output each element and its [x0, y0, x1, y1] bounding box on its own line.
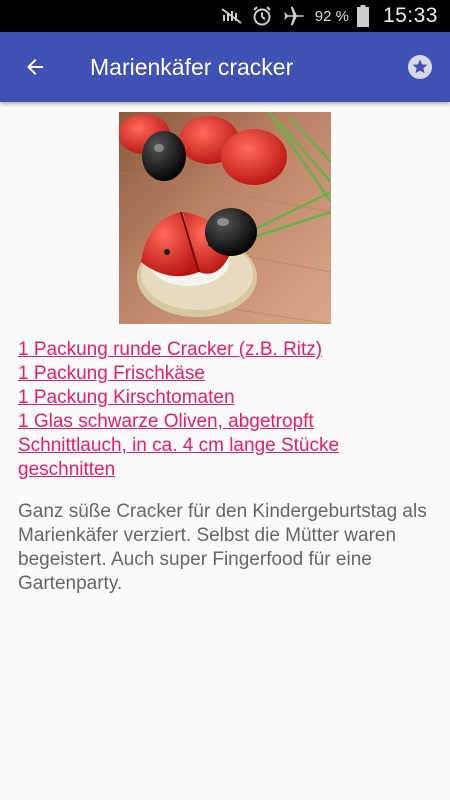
ingredient-link[interactable]: 1 Packung Kirschtomaten [18, 386, 428, 410]
back-button[interactable] [0, 32, 70, 102]
arrow-left-icon [27, 59, 43, 75]
ingredient-link[interactable]: 1 Packung Frischkäse [18, 362, 428, 386]
mute-icon [221, 7, 243, 25]
battery-icon [356, 5, 369, 27]
app-bar: Marienkäfer cracker [0, 32, 450, 102]
page-title: Marienkäfer cracker [90, 53, 294, 80]
status-bar: 92 % 15:33 [0, 0, 450, 32]
ingredient-link[interactable]: 1 Packung runde Cracker (z.B. Ritz) [18, 338, 428, 362]
ingredient-link[interactable]: 1 Glas schwarze Oliven, abgetropft [18, 410, 428, 434]
alarm-icon [251, 5, 273, 27]
clock: 15:33 [382, 4, 438, 27]
airplane-icon [281, 5, 305, 27]
recipe-description: Ganz süße Cracker für den Kindergeburtst… [18, 501, 427, 594]
battery-percent: 92 % [314, 7, 349, 25]
ingredient-list: 1 Packung runde Cracker (z.B. Ritz) 1 Pa… [18, 338, 428, 482]
favorite-button[interactable] [390, 32, 450, 102]
star-icon [408, 55, 432, 79]
recipe-photo [119, 112, 331, 324]
ingredient-link[interactable]: Schnittlauch, in ca. 4 cm lange Stücke g… [18, 434, 428, 482]
